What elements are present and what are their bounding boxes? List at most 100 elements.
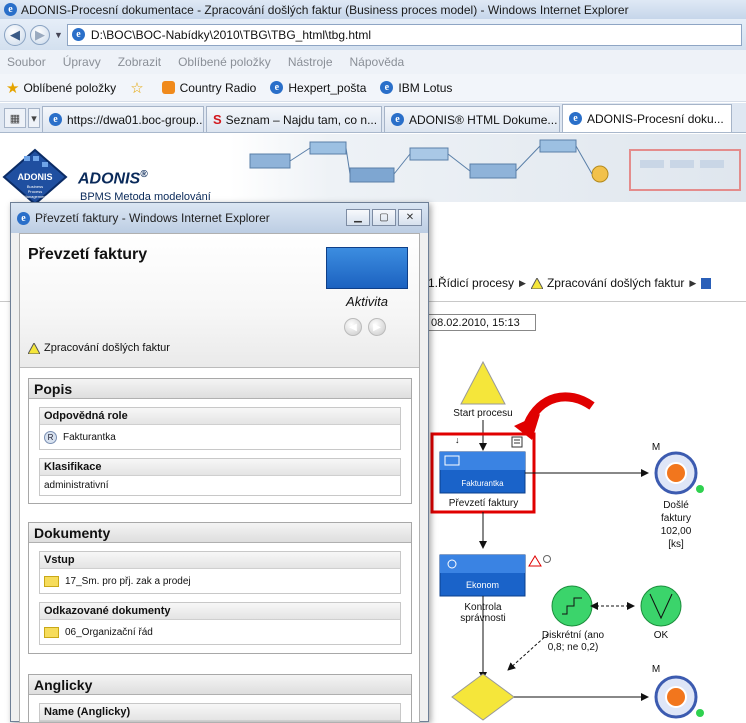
fav-label: Hexpert_pošta (288, 80, 367, 95)
ie-page-icon: e (71, 28, 85, 41)
document-icon (701, 277, 712, 289)
favorites-bar: ★ Oblíbené položky ☆ Country Radio e Hex… (0, 74, 746, 102)
banner-diagram-graphic (249, 139, 741, 191)
doc-m-label: M (651, 442, 661, 453)
field-label: Odkazované dokumenty (40, 603, 400, 620)
previous-arrow-icon[interactable]: ◀ (344, 318, 362, 336)
tab-adonis-html[interactable]: e ADONIS® HTML Dokume... (384, 106, 560, 132)
document-link[interactable]: 17_Sm. pro přj. zak a prodej (65, 576, 191, 587)
role-value[interactable]: Fakturantka (63, 432, 116, 443)
section-title: Popis (29, 379, 411, 399)
doc-name-1: Došlé (663, 500, 689, 511)
ie-icon: e (380, 81, 394, 94)
product-name: ADONIS® (78, 169, 148, 188)
popup-header: Převzetí faktury Aktivita ◀ ▶ Zpracování… (20, 234, 419, 368)
activity-symbol-icon (326, 247, 408, 289)
menu-nastroje[interactable]: Nástroje (288, 55, 333, 69)
seznam-icon: S (213, 112, 222, 127)
ie-icon: e (4, 3, 17, 16)
ie-icon: e (391, 113, 404, 126)
menu-napoveda[interactable]: Nápověda (350, 55, 405, 69)
document-link[interactable]: 06_Organizační řád (65, 627, 153, 638)
field-label: Odpovědná role (40, 408, 400, 425)
maximize-button[interactable]: ▢ (372, 209, 396, 226)
document-2-shape (654, 675, 698, 719)
process-icon (28, 342, 40, 354)
svg-text:↓: ↓ (455, 435, 460, 445)
popup-window: e Převzetí faktury - Windows Internet Ex… (10, 202, 429, 723)
favorites-label: Oblíbené položky (23, 80, 117, 95)
activity2-name-1[interactable]: Kontrola (446, 602, 520, 613)
svg-text:Management: Management (23, 194, 47, 199)
svg-text:ADONIS: ADONIS (17, 172, 52, 182)
menu-zobrazit[interactable]: Zobrazit (118, 55, 161, 69)
popup-titlebar: e Převzetí faktury - Windows Internet Ex… (11, 203, 428, 233)
section-popis: Popis Odpovědná role R Fakturantka Klasi… (28, 378, 412, 504)
breadcrumb-item-zpracovani[interactable]: Zpracování došlých faktur (547, 276, 684, 290)
field-label: Klasifikace (40, 459, 400, 476)
next-arrow-icon[interactable]: ▶ (368, 318, 386, 336)
activity-type-label: Aktivita (346, 294, 388, 309)
forward-button[interactable]: ▶ (30, 24, 50, 45)
breadcrumb: 1.Řídicí procesy ▶ Zpracování došlých fa… (428, 276, 712, 290)
ie-icon: e (270, 81, 284, 94)
adonis-logo: ADONIS Business Process Management (2, 148, 68, 206)
breadcrumb-item-ridici[interactable]: 1.Řídicí procesy (428, 276, 514, 290)
start-label: Start procesu (453, 408, 513, 419)
fav-add[interactable]: ☆ (130, 79, 147, 97)
radio-icon (161, 81, 175, 94)
minimize-button[interactable]: ▁ (346, 209, 370, 226)
tab-adonis-procesni[interactable]: e ADONIS-Procesní doku... (562, 104, 732, 132)
decision-shape (451, 673, 515, 721)
fav-label: IBM Lotus (398, 80, 453, 95)
add-favorite-icon: ☆ (130, 79, 144, 97)
fav-hexpert[interactable]: e Hexpert_pošta (270, 81, 366, 95)
menu-soubor[interactable]: Soubor (7, 55, 46, 69)
section-dokumenty: Dokumenty Vstup 17_Sm. pro přj. zak a pr… (28, 522, 412, 654)
activity1-name[interactable]: Převzetí faktury (436, 498, 531, 509)
star-icon: ★ (6, 79, 20, 97)
field-klasifikace: Klasifikace administrativní (39, 458, 401, 496)
field-label: Name (Anglicky) (40, 704, 400, 721)
ie-icon: e (17, 211, 30, 225)
activity2-role: Ekonom (465, 580, 500, 590)
adonis-banner: ADONIS Business Process Management ADONI… (0, 134, 746, 206)
history-dropdown-icon[interactable]: ▼ (54, 30, 63, 40)
document-doslé-faktury-shape (654, 451, 698, 495)
close-button[interactable]: ✕ (398, 209, 422, 226)
menu-upravy[interactable]: Úpravy (63, 55, 101, 69)
tab-dwa01[interactable]: e https://dwa01.boc-group.... (42, 106, 204, 132)
ok-label: OK (653, 630, 669, 641)
process-icon (530, 277, 543, 289)
field-vstup: Vstup 17_Sm. pro přj. zak a prodej (39, 551, 401, 594)
fav-country-radio[interactable]: Country Radio (161, 81, 256, 95)
fav-ibm-lotus[interactable]: e IBM Lotus (380, 81, 452, 95)
activity2-name-2[interactable]: správnosti (446, 613, 520, 624)
breadcrumb-arrow-icon: ▶ (519, 277, 526, 288)
favorites-button[interactable]: ★ Oblíbené položky (0, 79, 116, 97)
popup-body: Převzetí faktury Aktivita ◀ ▶ Zpracování… (19, 233, 420, 723)
role-icon: R (44, 430, 57, 444)
discrete-label-2: 0,8; ne 0,2) (547, 642, 599, 653)
tab-label: ADONIS-Procesní doku... (587, 111, 724, 126)
doc2-m-label: M (651, 664, 661, 675)
process-link[interactable]: Zpracování došlých faktur (28, 342, 170, 354)
date-field: 08.02.2010, 15:13 (428, 314, 536, 331)
menu-bar: Soubor Úpravy Zobrazit Oblíbené položky … (0, 50, 746, 74)
tab-list-dropdown-icon[interactable]: ▾ (28, 108, 40, 128)
field-odpovedna-role: Odpovědná role R Fakturantka (39, 407, 401, 450)
discrete-label-1: Diskrétní (ano (541, 630, 605, 641)
quick-tabs-icon[interactable]: ▦ (4, 108, 26, 128)
window-title: ADONIS-Procesní dokumentace - Zpracování… (21, 2, 629, 17)
folder-icon (44, 575, 59, 587)
menu-oblibene[interactable]: Oblíbené položky (178, 55, 271, 69)
back-button[interactable]: ◀ (4, 23, 26, 46)
tab-seznam[interactable]: S Seznam – Najdu tam, co n... (206, 106, 382, 132)
window-titlebar: e ADONIS-Procesní dokumentace - Zpracová… (0, 0, 746, 19)
address-field[interactable]: e D:\BOC\BOC-Nabídky\2010\TBG\TBG_html\t… (66, 23, 742, 46)
tab-label: https://dwa01.boc-group.... (67, 112, 204, 127)
address-toolbar: ◀ ▶ ▼ e D:\BOC\BOC-Nabídky\2010\TBG\TBG_… (0, 19, 746, 50)
popup-title: Převzetí faktury - Windows Internet Expl… (35, 211, 270, 225)
ie-icon: e (569, 112, 582, 125)
result-ok-shape (640, 585, 682, 627)
